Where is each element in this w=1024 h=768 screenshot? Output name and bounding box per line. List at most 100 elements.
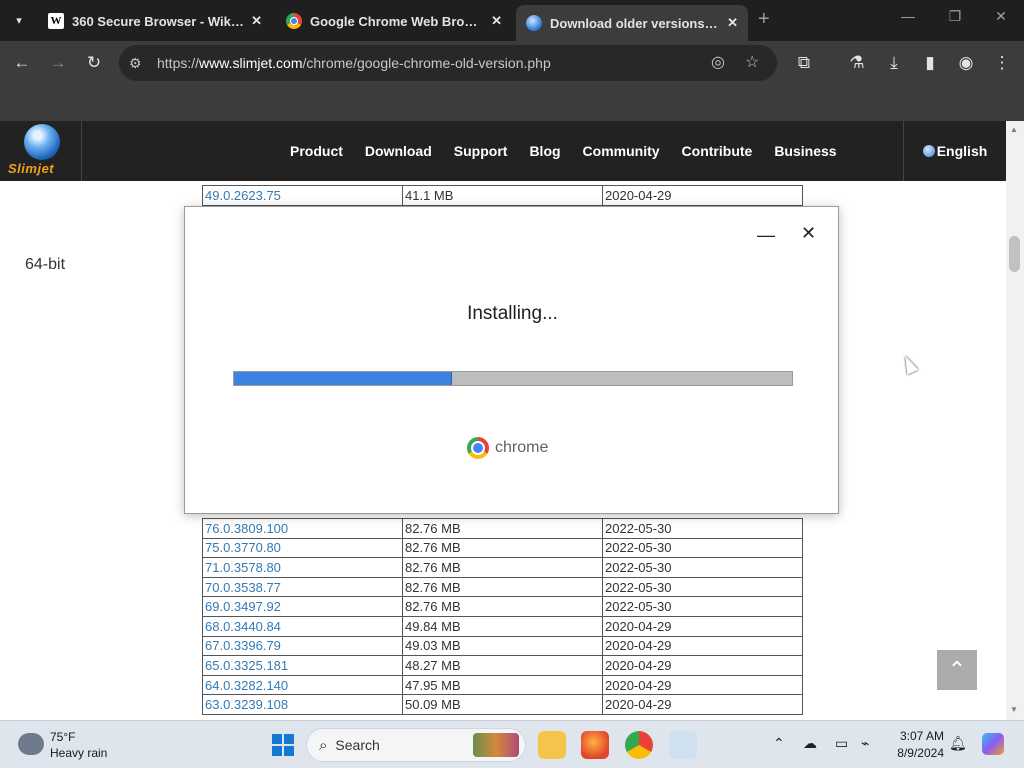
extensions-icon[interactable]: ⧉ — [792, 51, 816, 75]
back-icon[interactable]: ← — [10, 51, 34, 75]
release-date: 2020-04-29 — [602, 694, 803, 715]
release-date: 2022-05-30 — [602, 518, 803, 539]
version-link[interactable]: 67.0.3396.79 — [202, 635, 403, 657]
version-link[interactable]: 70.0.3538.77 — [202, 576, 403, 598]
profile-avatar-icon[interactable]: ◉ — [954, 51, 978, 75]
dialog-close-icon[interactable]: ✕ — [801, 223, 816, 244]
table-row: 64.0.3282.140 47.95 MB 2020-04-29 — [202, 674, 803, 696]
site-header: Slimjet Product Download Support Blog Co… — [0, 121, 1006, 181]
version-link[interactable]: 49.0.2623.75 — [202, 185, 403, 206]
nav-support[interactable]: Support — [454, 143, 508, 159]
rain-cloud-icon[interactable] — [18, 733, 44, 755]
nav-product[interactable]: Product — [290, 143, 343, 159]
version-link[interactable]: 64.0.3282.140 — [202, 674, 403, 696]
weather-description[interactable]: Heavy rain — [50, 746, 107, 760]
nav-community[interactable]: Community — [583, 143, 660, 159]
address-bar[interactable]: ⚙ https://www.slimjet.com/chrome/google-… — [119, 45, 777, 81]
scroll-up-icon[interactable]: ▲ — [1010, 125, 1018, 134]
tab-chrome[interactable]: Google Chrome Web Browser ✕ — [276, 5, 512, 37]
bookmark-star-icon[interactable]: ☆ — [745, 52, 759, 72]
chrome-brand: chrome — [467, 437, 548, 459]
nav-business[interactable]: Business — [774, 143, 836, 159]
page-scrollbar[interactable]: ▲ ▼ — [1006, 121, 1024, 720]
file-explorer-icon[interactable] — [538, 731, 566, 759]
tab-title: Download older versions of Google Chrome — [550, 15, 721, 31]
firefox-icon[interactable] — [581, 731, 609, 759]
version-link[interactable]: 69.0.3497.92 — [202, 596, 403, 617]
tab-strip: ▾ W 360 Secure Browser - Wikipedia ✕ Goo… — [0, 0, 1024, 41]
version-link[interactable]: 65.0.3325.181 — [202, 655, 403, 676]
downloads-icon[interactable]: ⤓ — [882, 51, 906, 75]
install-progress-fill — [234, 372, 452, 385]
brand-text: chrome — [495, 439, 549, 456]
search-highlight-icon — [473, 733, 519, 757]
chrome-taskbar-icon[interactable] — [625, 731, 653, 759]
language-selector[interactable]: English — [903, 121, 1006, 181]
dialog-minimize-icon[interactable]: — — [757, 225, 775, 246]
nav-contribute[interactable]: Contribute — [682, 143, 753, 159]
tab-slimjet-active[interactable]: Download older versions of Google Chrome… — [516, 5, 748, 41]
onedrive-icon[interactable]: ☁ — [803, 735, 817, 752]
start-windows-icon[interactable] — [272, 734, 294, 756]
tracking-off-eye-icon[interactable]: ◎ — [711, 52, 725, 72]
clock-time[interactable]: 3:07 AM — [896, 729, 944, 743]
chevron-up-icon: ⌃ — [947, 657, 967, 682]
versions-table: 76.0.3809.100 82.76 MB 2022-05-30 75.0.3770… — [202, 518, 803, 715]
logo-text: Slimjet — [8, 161, 55, 176]
tab-close-icon[interactable]: ✕ — [251, 13, 262, 29]
version-link[interactable]: 76.0.3809.100 — [202, 518, 403, 539]
network-icon[interactable]: ⌁ — [861, 735, 869, 752]
installer-taskbar-icon[interactable] — [669, 731, 697, 759]
scroll-down-icon[interactable]: ▼ — [1010, 705, 1018, 714]
tab-search-chevron-icon[interactable]: ▾ — [6, 7, 32, 33]
tab-close-icon[interactable]: ✕ — [727, 15, 738, 31]
display-icon[interactable]: ▭ — [835, 735, 848, 752]
bookmark-bar — [0, 85, 1024, 121]
restore-window-icon[interactable]: ❐ — [940, 8, 970, 25]
new-tab-icon[interactable]: + — [758, 8, 770, 31]
file-size: 50.09 MB — [402, 694, 603, 715]
tab-close-icon[interactable]: ✕ — [491, 13, 502, 29]
labs-flask-icon[interactable]: ⚗ — [845, 51, 869, 75]
url-text[interactable]: https://www.slimjet.com/chrome/google-ch… — [157, 55, 551, 71]
menu-kebab-icon[interactable]: ⋮ — [990, 51, 1014, 75]
slimjet-icon — [526, 15, 542, 31]
browser-toolbar: ← → ↻ ⚙ https://www.slimjet.com/chrome/g… — [0, 41, 1024, 85]
notification-bell-icon[interactable]: 🔔︎ — [949, 735, 967, 752]
version-link[interactable]: 63.0.3239.108 — [202, 694, 403, 715]
release-date: 2020-04-29 — [602, 635, 803, 657]
url-host: www.slimjet.com — [199, 55, 303, 71]
back-to-top-button[interactable]: ⌃ — [937, 650, 977, 690]
clock-date[interactable]: 8/9/2024 — [890, 746, 944, 760]
table-row: 67.0.3396.79 49.03 MB 2020-04-29 — [202, 635, 803, 657]
copilot-icon[interactable] — [982, 733, 1004, 755]
nav-download[interactable]: Download — [365, 143, 432, 159]
scrollbar-thumb[interactable] — [1009, 236, 1020, 272]
search-label: Search — [335, 737, 380, 753]
reload-icon[interactable]: ↻ — [82, 51, 106, 75]
minimize-window-icon[interactable]: — — [893, 8, 923, 24]
side-panel-icon[interactable]: ▮ — [918, 51, 942, 75]
nav-blog[interactable]: Blog — [529, 143, 560, 159]
table-row: 65.0.3325.181 48.27 MB 2020-04-29 — [202, 655, 803, 676]
install-status: Installing... — [467, 303, 558, 324]
version-link[interactable]: 71.0.3578.80 — [202, 557, 403, 578]
slimjet-logo[interactable]: Slimjet — [0, 121, 82, 181]
tray-chevron-up-icon[interactable]: ⌃ — [773, 735, 785, 752]
release-date: 2022-05-30 — [602, 537, 803, 559]
file-size: 49.84 MB — [402, 615, 603, 637]
close-window-icon[interactable]: ✕ — [986, 8, 1016, 25]
site-info-icon[interactable]: ⚙ — [129, 55, 151, 72]
search-icon: ⌕ — [319, 736, 328, 754]
taskbar-search[interactable]: ⌕ Search — [306, 728, 526, 762]
tab-title: 360 Secure Browser - Wikipedia — [72, 13, 245, 29]
release-date: 2020-04-29 — [602, 615, 803, 637]
section-label: 64-bit — [25, 256, 66, 273]
url-prefix: https:// — [157, 55, 200, 71]
file-size: 82.76 MB — [402, 518, 603, 539]
version-link[interactable]: 68.0.3440.84 — [202, 615, 403, 637]
version-link[interactable]: 75.0.3770.80 — [202, 537, 403, 559]
forward-icon[interactable]: → — [46, 51, 70, 75]
tab-wikipedia[interactable]: W 360 Secure Browser - Wikipedia ✕ — [38, 5, 272, 37]
weather-temperature[interactable]: 75°F — [50, 730, 75, 744]
